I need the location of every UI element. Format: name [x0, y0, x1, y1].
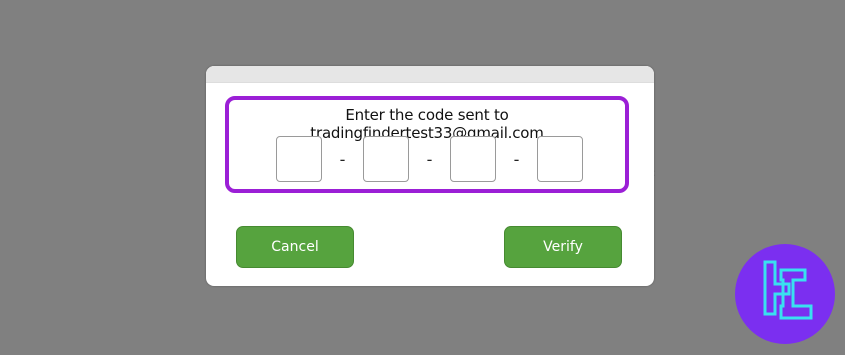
- overlay-backdrop: : Enter the code sent to tradingfinderte…: [0, 0, 845, 355]
- code-entry-highlight: Enter the code sent to tradingfindertest…: [225, 96, 629, 193]
- code-digit-2[interactable]: [363, 136, 409, 182]
- logo-mark: [763, 260, 813, 320]
- digit-separator: -: [426, 149, 433, 169]
- code-digit-3[interactable]: [450, 136, 496, 182]
- dialog-header: [206, 66, 654, 83]
- digit-separator: -: [339, 149, 346, 169]
- tradingfinder-logo-icon: [735, 244, 835, 344]
- code-digit-1[interactable]: [276, 136, 322, 182]
- digit-separator: -: [513, 149, 520, 169]
- verification-dialog: Enter the code sent to tradingfindertest…: [206, 66, 654, 286]
- code-digit-4[interactable]: [537, 136, 583, 182]
- verify-button[interactable]: Verify: [504, 226, 622, 268]
- code-digit-group: - - -: [276, 136, 583, 182]
- cancel-button[interactable]: Cancel: [236, 226, 354, 268]
